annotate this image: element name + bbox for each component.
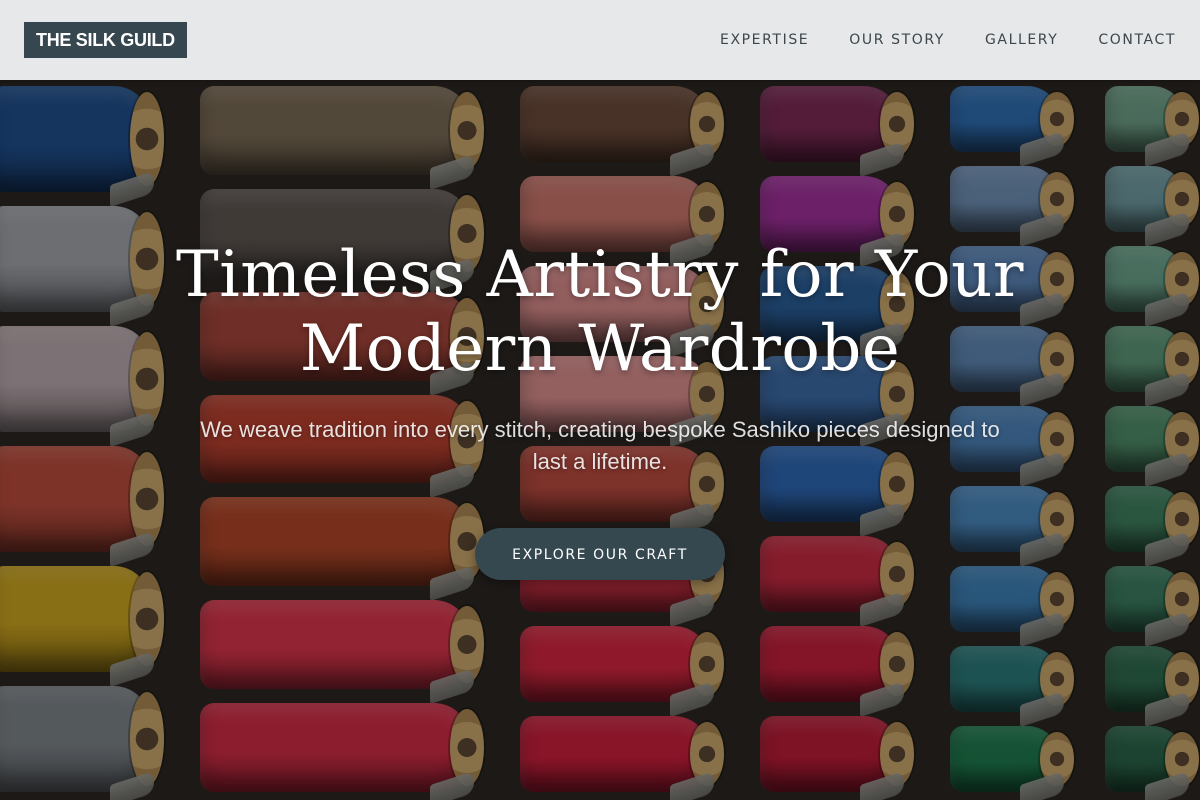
hero-title-line-1: Timeless Artistry for Your xyxy=(176,238,1024,312)
hero-title-line-2: Modern Wardrobe xyxy=(299,312,901,386)
nav-link-gallery[interactable]: GALLERY xyxy=(985,32,1058,48)
main-nav: EXPERTISE OUR STORY GALLERY CONTACT xyxy=(720,0,1176,80)
hero-title: Timeless Artistry for Your Modern Wardro… xyxy=(100,238,1100,386)
site-header: THE SILK GUILD EXPERTISE OUR STORY GALLE… xyxy=(0,0,1200,80)
nav-link-our-story[interactable]: OUR STORY xyxy=(849,32,945,48)
explore-craft-button[interactable]: EXPLORE OUR CRAFT xyxy=(475,528,725,580)
hero-subtitle: We weave tradition into every stitch, cr… xyxy=(200,417,1000,474)
nav-link-expertise[interactable]: EXPERTISE xyxy=(720,32,809,48)
site-logo[interactable]: THE SILK GUILD xyxy=(24,22,187,58)
hero-content: Timeless Artistry for Your Modern Wardro… xyxy=(100,238,1100,580)
nav-link-contact[interactable]: CONTACT xyxy=(1098,32,1176,48)
